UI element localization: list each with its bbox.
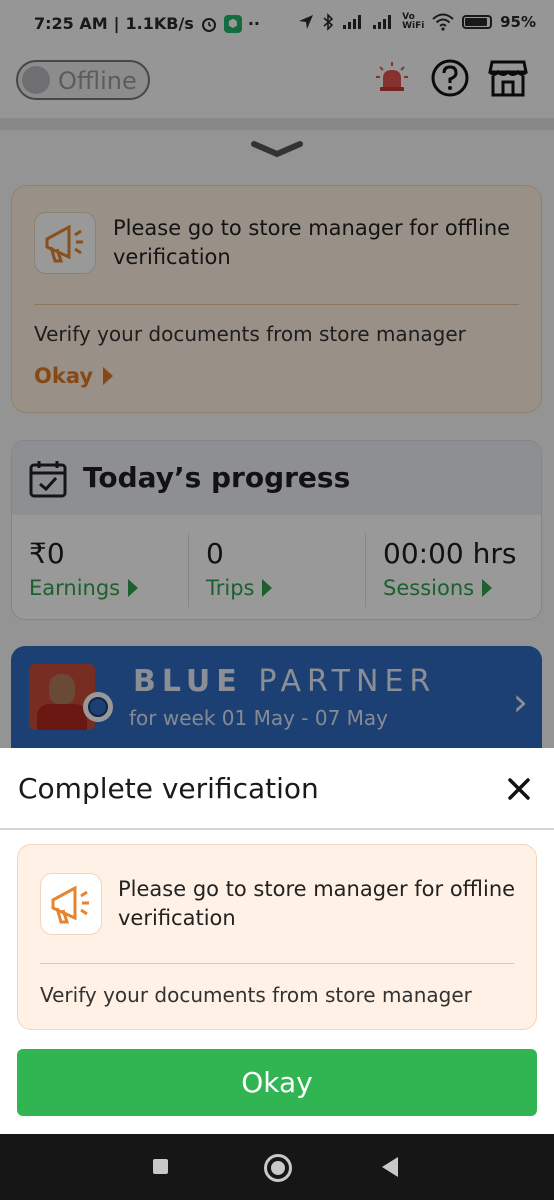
sheet-card-subtitle: Verify your documents from store manager (40, 983, 472, 1007)
back-icon[interactable] (382, 1157, 398, 1177)
sheet-divider (0, 828, 554, 830)
recents-icon[interactable] (153, 1159, 168, 1174)
sheet-title: Complete verification (18, 772, 319, 805)
card-divider (40, 963, 514, 964)
navigation-bar (0, 1134, 554, 1200)
sheet-verification-card: Please go to store manager for offline v… (17, 844, 537, 1030)
modal-backdrop[interactable] (0, 0, 554, 748)
home-icon[interactable] (264, 1154, 292, 1182)
sheet-card-title: Please go to store manager for offline v… (118, 877, 516, 930)
close-icon[interactable] (504, 774, 534, 804)
megaphone-icon (40, 873, 102, 935)
app-screen: 7:25 AM | 1.1KB/s ⬢ ·· Vo WiFi 95% Offli… (0, 0, 554, 1200)
verification-sheet: Complete verification Please go to store… (0, 748, 554, 1134)
okay-button[interactable]: Okay (17, 1049, 537, 1116)
